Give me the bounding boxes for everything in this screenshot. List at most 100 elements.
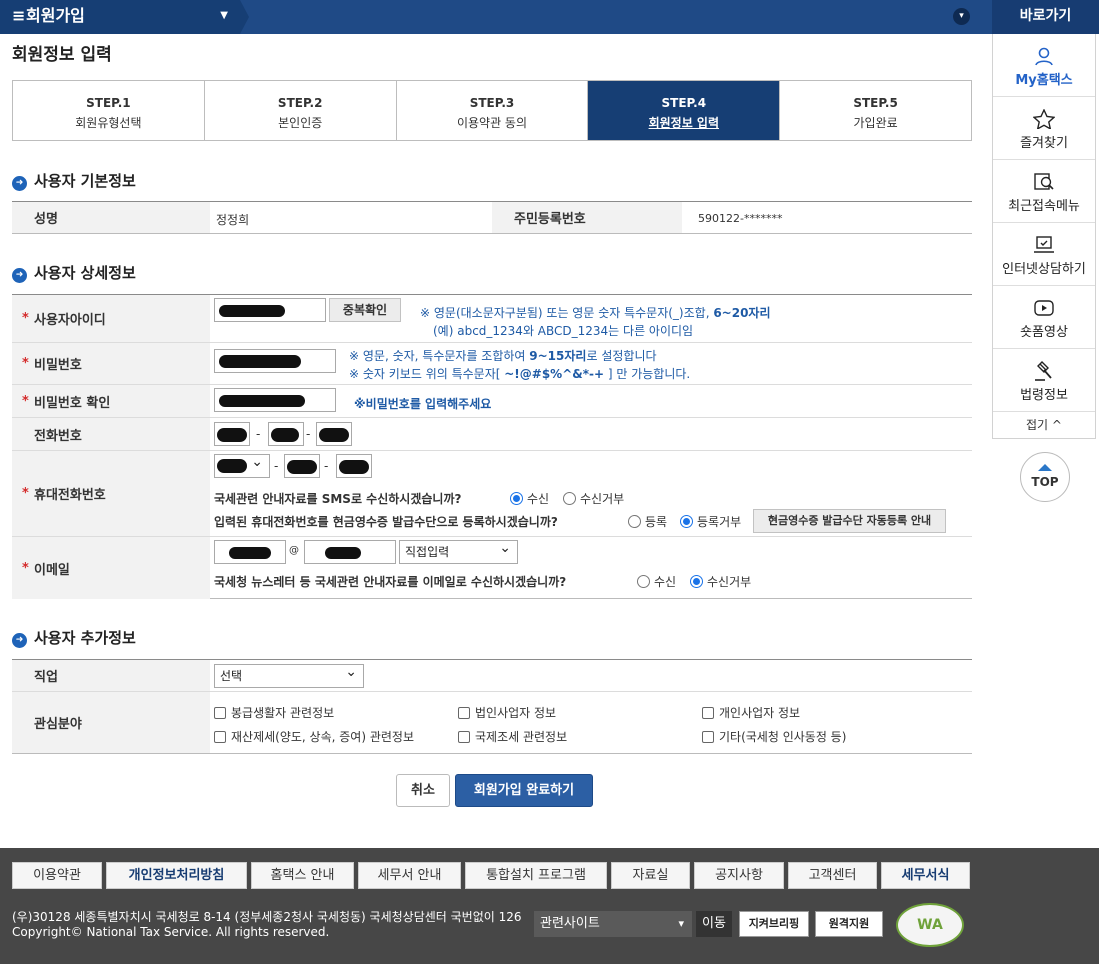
required-mark: * [22,486,29,501]
checkbox-icon [702,707,714,719]
play-icon [1034,300,1054,316]
bullet-arrow-icon: ➜ [12,268,27,283]
redacted-mark [287,460,317,474]
newsletter-yes-radio[interactable]: 수신 [637,573,676,590]
footer-link-taxoffice[interactable]: 세무서 안내 [358,862,461,889]
sidebar-item-shorts[interactable]: 숏폼영상 [993,286,1095,349]
tel-input-3[interactable] [316,422,352,446]
email-domain-select[interactable]: 직접입력 [399,537,518,564]
row-email: *이메일 @ 직접입력 국세청 뉴스레터 등 국세관련 안내자료를 이메일로 수… [12,537,972,599]
cash-register-radio[interactable]: 등록 [628,513,667,530]
sms-no-radio[interactable]: 수신거부 [563,490,624,507]
footer-link-notice[interactable]: 공지사항 [694,862,784,889]
password-note-1: ※ 영문, 숫자, 특수문자를 조합하여 9~15자리로 설정합니다 [349,349,657,363]
sidebar-item-favorites[interactable]: 즐겨찾기 [993,97,1095,160]
radio-checked-icon [680,515,693,528]
checkbox-icon [458,707,470,719]
interest-checkbox[interactable]: 봉급생활자 관련정보 [214,704,334,721]
mobile-input-3[interactable] [336,454,372,478]
bullet-arrow-icon: ➜ [12,176,27,191]
footer-link-hometax[interactable]: 홈택스 안내 [251,862,354,889]
sidebar-item-law[interactable]: 법령정보 [993,349,1095,412]
mobile-prefix-select[interactable] [214,451,270,478]
tel-input-2[interactable] [268,422,304,446]
footer-link-privacy[interactable]: 개인정보처리방침 [106,862,247,889]
interest-checkbox[interactable]: 법인사업자 정보 [458,704,556,721]
briefing-button[interactable]: 지켜브리핑 [739,911,809,937]
cancel-button[interactable]: 취소 [396,774,450,807]
email-id-input[interactable] [214,540,286,564]
top-button[interactable]: TOP [1020,452,1070,502]
userid-label: * 사용자아이디 [12,295,210,342]
interest-checkbox[interactable]: 국제조세 관련정보 [458,728,567,745]
recent-icon [1034,173,1054,190]
interest-checkbox[interactable]: 재산제세(양도, 상속, 증여) 관련정보 [214,728,414,745]
sms-yes-radio[interactable]: 수신 [510,490,549,507]
dropdown-icon: ▼ [220,10,228,21]
newsletter-no-radio[interactable]: 수신거부 [690,573,751,590]
redacted-mark [219,305,285,317]
email-domain-input[interactable] [304,540,396,564]
checkbox-icon [214,731,226,743]
section-basic-title: ➜ 사용자 기본정보 [12,170,136,191]
cash-receipt-guide-button[interactable]: 현금영수증 발급수단 자동등록 안내 [753,509,946,533]
radio-icon [628,515,641,528]
redacted-mark [219,395,305,407]
footer-link-support[interactable]: 고객센터 [788,862,877,889]
fold-button[interactable]: 접기 ^ [993,412,1095,438]
mobile-input-2[interactable] [284,454,320,478]
chevron-down-icon[interactable]: ▾ [953,8,970,25]
step-1: STEP.1 회원유형선택 [13,81,205,140]
related-sites-select[interactable]: 관련사이트 [534,911,692,937]
duplicate-check-button[interactable]: 중복확인 [329,298,401,322]
interest-label: 관심분야 [12,692,210,753]
required-mark: * [22,356,29,371]
interest-checkbox[interactable]: 기타(국세청 인사동정 등) [702,728,846,745]
redacted-mark [325,547,361,559]
row-password-confirm: * 비밀번호 확인 ※비밀번호를 입력해주세요 [12,385,972,418]
password-note-2: ※ 숫자 키보드 위의 특수문자[ ~!@#$%^&*-+ ] 만 가능합니다. [349,367,691,381]
sidebar-item-consult[interactable]: 인터넷상담하기 [993,223,1095,286]
radio-icon [563,492,576,505]
footer-link-library[interactable]: 자료실 [611,862,690,889]
sidebar-item-my[interactable]: My홈택스 [993,34,1095,97]
password-confirm-label: * 비밀번호 확인 [12,385,210,417]
footer-link-program[interactable]: 통합설치 프로그램 [465,862,607,889]
cash-refuse-radio[interactable]: 등록거부 [680,513,741,530]
breadcrumb-menu[interactable]: ≡ 회원가입 ▼ [0,0,249,34]
cash-receipt-question: 입력된 휴대전화번호를 현금영수증 발급수단으로 등록하시겠습니까? [214,515,558,529]
step-3: STEP.3 이용약관 동의 [397,81,589,140]
checkbox-icon [458,731,470,743]
interest-checkbox[interactable]: 개인사업자 정보 [702,704,800,721]
step-4-active: STEP.4 회원정보 입력 [588,81,781,140]
row-userid: * 사용자아이디 중복확인 ※ 영문(대소문자구분됨) 또는 영문 숫자 특수문자… [12,295,972,343]
sidebar-item-recent[interactable]: 최근접속메뉴 [993,160,1095,223]
dash: - [324,459,329,473]
footer-link-terms[interactable]: 이용약관 [12,862,102,889]
tel-input-1[interactable] [214,422,250,446]
userid-input[interactable] [214,298,326,322]
checkbox-icon [214,707,226,719]
radio-checked-icon [690,575,703,588]
row-job: 직업 선택 [12,660,972,692]
job-label: 직업 [12,660,210,691]
go-button[interactable]: 이동 [696,911,732,937]
row-password: * 비밀번호 ※ 영문, 숫자, 특수문자를 조합하여 9~15자리로 설정합니다… [12,343,972,385]
password-confirm-note: ※비밀번호를 입력해주세요 [354,397,492,411]
page-title: 회원정보 입력 [12,45,112,65]
footer-link-forms[interactable]: 세무서식 [881,862,970,889]
dash: - [306,427,311,441]
redacted-mark [219,355,301,368]
submit-button[interactable]: 회원가입 완료하기 [455,774,593,807]
extra-info-table: 직업 선택 관심분야 봉급생활자 관련정보 법인사업자 정보 개인사업자 정보 … [12,659,972,754]
required-mark: * [22,393,29,409]
job-select[interactable]: 선택 [214,661,364,688]
remote-support-button[interactable]: 원격지원 [815,911,883,937]
wa-badge-logo: WA [896,903,964,947]
required-mark: * [22,560,29,576]
section-extra-title: ➜ 사용자 추가정보 [12,627,136,648]
userid-note-2: (예) abcd_1234와 ABCD_1234는 다른 아이디임 [433,324,694,338]
password-confirm-input[interactable] [214,388,336,412]
detail-info-table: * 사용자아이디 중복확인 ※ 영문(대소문자구분됨) 또는 영문 숫자 특수문자… [12,294,972,599]
password-input[interactable] [214,349,336,373]
